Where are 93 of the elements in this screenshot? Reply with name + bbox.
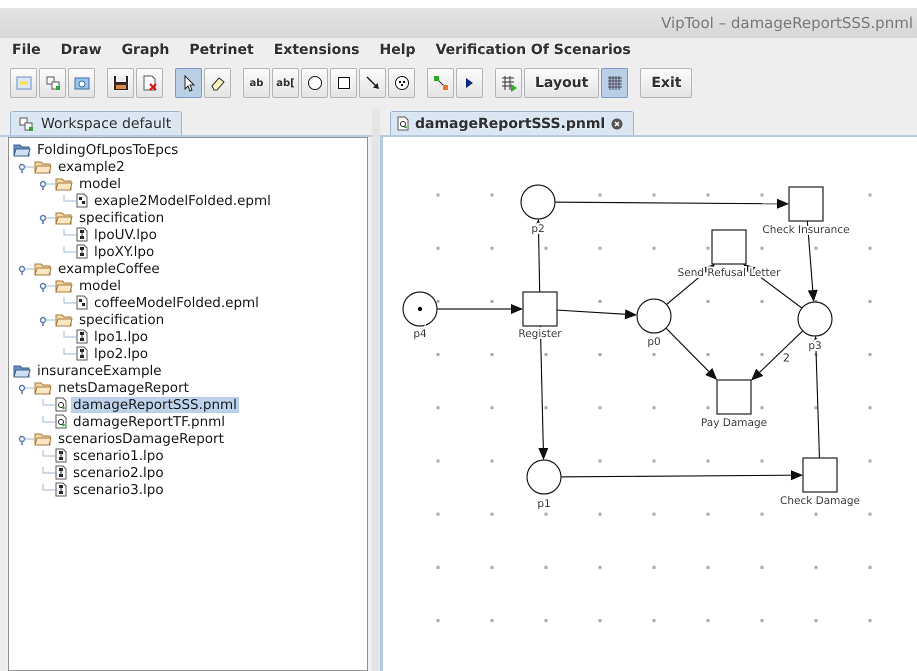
workspace-tab[interactable]: Workspace default [10,111,182,135]
node-label: p0 [647,336,661,348]
tree-item[interactable]: scenario2.lpo [71,464,166,480]
toolbar-button[interactable] [601,68,628,98]
open-folder-icon [34,160,52,174]
arrow-icon [364,74,382,92]
grid-run-icon [500,74,518,92]
arc-arrow [666,328,718,380]
tree-item[interactable]: lpoXY.lpo [92,244,156,260]
node-label: Pay Damage [700,417,768,429]
toolbar-button[interactable]: Layout [524,68,600,98]
transition-square [711,229,747,265]
transition-square [802,457,838,493]
document-icon [55,465,67,480]
tree-item[interactable]: scenariosDamageReport [56,430,226,446]
window-icon [14,74,32,92]
toolbar-button[interactable] [107,68,134,98]
open-folder-icon [55,176,73,190]
save-icon [112,74,130,92]
menu-item[interactable]: Draw [60,42,102,58]
toolbar-button[interactable] [330,68,357,98]
document-icon [76,227,88,242]
menu-item[interactable]: Extensions [274,42,360,58]
circle-icon [306,74,324,92]
tree-item[interactable]: insuranceExample [35,362,164,378]
document-icon [55,397,67,412]
tree-item[interactable]: coffeeModelFolded.epml [92,294,261,310]
workspace-icon [17,114,35,132]
tree-item[interactable]: scenario1.lpo [71,448,166,464]
token-icon [392,74,410,92]
open-folder-icon [55,278,73,292]
node-label: Check Damage [780,495,860,507]
grid-icon [606,74,624,92]
open-folder-icon [55,210,73,224]
tree-item[interactable]: scenario3.lpo [71,482,166,498]
menu-item[interactable]: Help [380,42,416,58]
text-tool-button[interactable]: ab [243,68,270,98]
menu-item[interactable]: Petrinet [189,42,254,58]
play-icon [466,78,473,88]
toolbar-button[interactable] [204,68,231,98]
tree-item[interactable]: example2 [56,158,127,174]
transition-square [716,379,752,415]
text-tool-button[interactable]: ab[ [272,68,299,98]
document-icon [397,116,409,131]
menu-item[interactable]: File [12,42,41,58]
network-icon [432,74,450,92]
toolbar-button[interactable]: Exit [640,68,692,98]
open-folder-icon [34,432,52,446]
toolbar-button[interactable] [495,68,522,98]
document-icon [55,448,67,463]
workspace-icon [44,74,62,92]
close-icon[interactable] [611,118,624,130]
tree-item[interactable]: netsDamageReport [56,380,191,396]
tree-item[interactable]: lpo2.lpo [92,346,150,362]
toolbar-button[interactable] [39,68,66,98]
toolbar-button[interactable] [175,68,202,98]
document-icon [76,244,88,259]
tree-item[interactable]: specification [77,210,166,226]
menu-item[interactable]: Graph [122,42,170,58]
transition-square [522,291,558,327]
tree-item[interactable]: damageReportSSS.pnml [71,396,239,412]
tree-item[interactable]: lpo1.lpo [92,328,150,344]
document-icon [76,329,88,344]
tree-item[interactable]: model [77,278,124,294]
menu-item[interactable]: Verification Of Scenarios [436,42,631,58]
arc-arrow [751,330,804,381]
node-label: p4 [413,328,427,340]
toolbar-button[interactable] [359,68,386,98]
toolbar-button[interactable] [388,68,415,98]
tree-item[interactable]: exampleCoffee [56,260,162,276]
tree-item[interactable]: FoldingOfLposToEpcs [35,142,180,158]
document-icon [76,193,88,208]
open-folder-icon [55,312,73,326]
delete-document-icon [140,74,158,92]
document-icon [55,414,67,429]
toolbar-button[interactable] [301,68,328,98]
document-icon [76,295,88,310]
tree-item[interactable]: specification [77,312,166,328]
open-folder-icon [34,262,52,276]
tree-item[interactable]: damageReportTF.pnml [71,414,228,430]
window-title: VipTool – damageReportSSS.pnml [661,14,913,32]
tree-item[interactable]: lpoUV.lpo [92,226,159,242]
toolbar-button[interactable] [136,68,163,98]
toolbar-button[interactable] [456,68,483,98]
tree-item[interactable]: model [77,176,124,192]
tree-item[interactable]: exaple2ModelFolded.epml [92,192,273,208]
node-label: p1 [537,498,551,510]
editor-tab[interactable]: damageReportSSS.pnml [390,111,634,135]
document-icon [76,346,88,361]
transition-square [788,186,824,222]
open-folder-icon [34,380,52,394]
document-icon [55,482,67,497]
arc-weight-label: 2 [782,352,790,365]
